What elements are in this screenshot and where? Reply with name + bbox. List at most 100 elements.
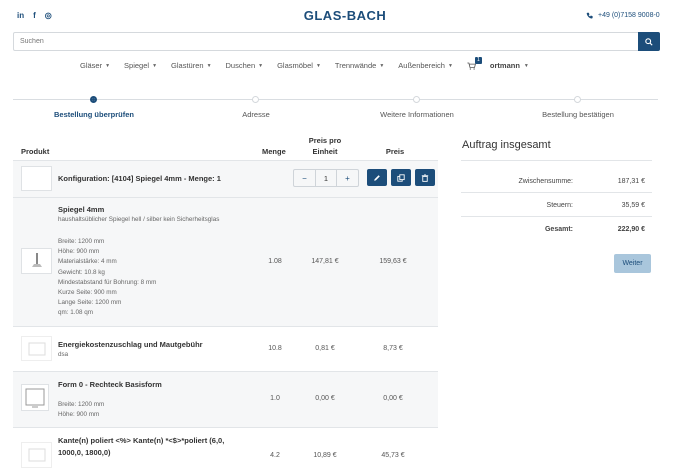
- nav-label: Glasmöbel: [277, 61, 313, 70]
- summary-title: Auftrag insgesamt: [462, 139, 551, 151]
- nav-item-trennwaende[interactable]: Trennwände ▼: [335, 61, 384, 70]
- cart-button[interactable]: 1: [467, 56, 482, 70]
- step-dot-active: [90, 96, 97, 103]
- chevron-down-icon: ▼: [315, 62, 321, 69]
- nav-item-glastueren[interactable]: Glastüren ▼: [171, 61, 211, 70]
- config-thumbnail: [21, 166, 52, 191]
- user-menu[interactable]: ortmann ▼: [490, 61, 529, 70]
- row-price: 0,00 €: [383, 395, 403, 402]
- col-header-price: Preis: [385, 147, 405, 156]
- step-review[interactable]: Bestellung überprüfen: [24, 110, 164, 119]
- edit-button[interactable]: [367, 169, 387, 186]
- placeholder-image-icon: [28, 448, 45, 462]
- placeholder-image-icon: [28, 342, 45, 355]
- increase-button[interactable]: +: [337, 170, 358, 186]
- tax-value: 35,59 €: [621, 202, 645, 209]
- decrease-button[interactable]: −: [294, 170, 315, 186]
- col-header-unit-price-2: Einheit: [312, 147, 338, 156]
- row-subtitle: dsa: [58, 351, 69, 358]
- summary-divider: [461, 192, 652, 193]
- row-qty: 1.08: [268, 258, 282, 265]
- step-dot: [413, 96, 420, 103]
- row-unit-price: 0,81 €: [315, 345, 335, 352]
- row-price: 8,73 €: [383, 345, 403, 352]
- user-name: ortmann: [489, 61, 520, 70]
- chevron-down-icon: ▼: [447, 62, 453, 69]
- continue-button[interactable]: Weiter: [614, 254, 651, 273]
- search-button[interactable]: [638, 32, 660, 51]
- step-address[interactable]: Adresse: [186, 110, 326, 119]
- main-nav: Gläser ▼ Spiegel ▼ Glastüren ▼ Duschen ▼ Gla…: [80, 56, 529, 70]
- detail-line: qm: 1.08 qm: [58, 309, 93, 317]
- product-thumbnail: [21, 384, 49, 411]
- nav-label: Spiegel: [124, 61, 150, 70]
- cart-count-badge: 1: [474, 56, 482, 64]
- nav-label: Glastüren: [171, 61, 204, 70]
- row-qty: 10.8: [268, 345, 282, 352]
- table-divider: [13, 427, 438, 428]
- nav-item-spiegel[interactable]: Spiegel ▼: [124, 61, 157, 70]
- row-price: 45,73 €: [381, 452, 405, 459]
- chevron-down-icon: ▼: [258, 62, 264, 69]
- detail-line: Höhe: 900 mm: [58, 411, 100, 419]
- row-details: Breite: 1200 mm Höhe: 900 mm Materialstä…: [58, 237, 156, 319]
- detail-line: Breite: 1200 mm: [58, 238, 105, 245]
- col-header-unit-price-1: Preis pro: [308, 136, 342, 145]
- detail-line: Kurze Seite: 900 mm: [58, 289, 117, 297]
- quantity-stepper: − 1 +: [293, 169, 359, 187]
- nav-item-aussenbereich[interactable]: Außenbereich ▼: [398, 61, 453, 70]
- chevron-down-icon: ▼: [105, 62, 111, 69]
- trash-icon: [421, 173, 429, 182]
- quantity-value[interactable]: 1: [315, 170, 337, 186]
- step-dot: [574, 96, 581, 103]
- summary-divider: [461, 160, 652, 161]
- chevron-down-icon: ▼: [206, 62, 212, 69]
- copy-icon: [397, 173, 405, 182]
- search-icon: [645, 37, 653, 46]
- step-more-info[interactable]: Weitere Informationen: [347, 110, 487, 119]
- row-title: Spiegel 4mm: [58, 205, 105, 214]
- nav-item-glaeser[interactable]: Gläser ▼: [80, 61, 110, 70]
- total-label: Gesamt:: [544, 226, 573, 233]
- search-bar: [13, 32, 660, 51]
- nav-item-duschen[interactable]: Duschen ▼: [226, 61, 264, 70]
- row-unit-price: 147,81 €: [311, 258, 339, 265]
- duplicate-button[interactable]: [391, 169, 411, 186]
- product-thumbnail: [21, 248, 52, 274]
- product-thumbnail: [21, 336, 52, 361]
- row-qty: 1.0: [270, 395, 280, 402]
- search-input[interactable]: [14, 33, 638, 50]
- total-value: 222,90 €: [617, 226, 645, 233]
- phone-icon: [586, 12, 593, 19]
- detail-line: Breite: 1200 mm: [58, 401, 105, 408]
- detail-line: Materialstärke: 4 mm: [58, 258, 117, 266]
- chevron-down-icon: ▼: [379, 62, 385, 69]
- chevron-down-icon: ▼: [523, 62, 529, 69]
- rectangle-shape-icon: [25, 388, 45, 407]
- mirror-stand-icon: [31, 253, 42, 267]
- pencil-icon: [374, 174, 380, 181]
- summary-divider: [461, 216, 652, 217]
- subtotal-value: 187,31 €: [617, 178, 645, 185]
- row-qty: 4.2: [270, 452, 280, 459]
- row-subtitle: haushaltsüblicher Spiegel hell / silber …: [58, 216, 220, 223]
- subtotal-label: Zwischensumme:: [518, 178, 573, 185]
- table-divider: [13, 326, 438, 327]
- nav-label: Außenbereich: [398, 61, 445, 70]
- col-header-qty: Menge: [262, 147, 286, 156]
- step-confirm[interactable]: Bestellung bestätigen: [508, 110, 648, 119]
- nav-label: Gläser: [80, 61, 103, 70]
- row-title: Kante(n) poliert <%> Kante(n) *<$>*polie…: [58, 436, 225, 457]
- checkout-progress-line: [13, 99, 658, 100]
- detail-line: Gewicht: 10.8 kg: [58, 268, 105, 276]
- row-title: Energiekostenzuschlag und Mautgebühr: [58, 340, 203, 349]
- delete-button[interactable]: [415, 169, 435, 186]
- row-details: Breite: 1200 mm Höhe: 900 mm: [58, 400, 104, 420]
- phone-number: +49 (0)7158 9008-0: [598, 12, 660, 19]
- phone-contact[interactable]: +49 (0)7158 9008-0: [586, 12, 660, 19]
- nav-item-glasmoebel[interactable]: Glasmöbel ▼: [277, 61, 321, 70]
- col-header-product: Produkt: [21, 147, 50, 156]
- detail-line: Mindestabstand für Bohrung: 8 mm: [58, 278, 157, 286]
- chevron-down-icon: ▼: [152, 62, 158, 69]
- product-thumbnail: [21, 442, 52, 468]
